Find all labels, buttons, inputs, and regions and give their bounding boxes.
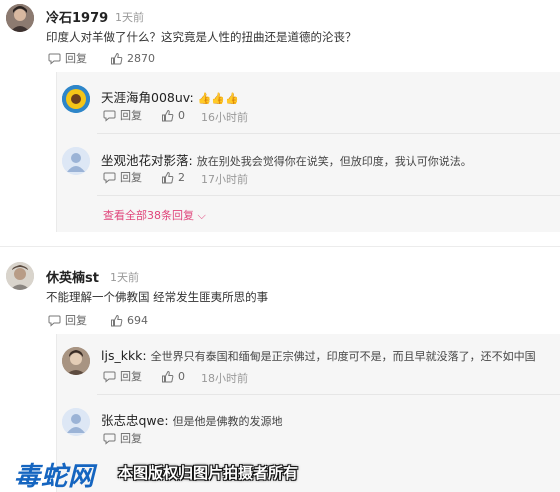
reply-label: 回复: [65, 52, 87, 65]
like-count: 0: [178, 108, 185, 122]
reply-label: 回复: [120, 109, 142, 122]
thumbs-up-icon: [111, 314, 123, 326]
like-count: 694: [127, 313, 148, 327]
reply-button[interactable]: 回复: [48, 50, 87, 66]
comment-item: 冷石1979 1天前 印度人对羊做了什么？这究竟是人性的扭曲还是道德的沦丧？ 回…: [0, 0, 560, 245]
thumbs-up-icon: [162, 370, 174, 382]
reply-button[interactable]: 回复: [103, 107, 142, 123]
avatar[interactable]: [6, 4, 34, 32]
like-button[interactable]: 0: [161, 368, 185, 384]
reply-username[interactable]: 坐观池花对影落: 放在别处我会觉得你在说笑，但放印度，我认可你说法。: [101, 150, 472, 169]
divider: [97, 133, 560, 134]
comment-text: 不能理解一个佛教国 经常发生匪夷所思的事: [46, 290, 269, 304]
reply-label: 回复: [120, 370, 142, 383]
avatar[interactable]: [62, 147, 90, 175]
like-button[interactable]: 694: [110, 312, 148, 328]
reply-username[interactable]: 天涯海角008uv: 👍👍👍: [101, 87, 239, 106]
avatar[interactable]: [62, 347, 90, 375]
speech-bubble-icon: [103, 371, 116, 383]
timestamp: 1天前: [110, 271, 139, 284]
like-button[interactable]: 2: [161, 169, 185, 185]
reply-username[interactable]: 张志忠qwe: 但是他是佛教的发源地: [101, 410, 283, 429]
timestamp: 18小时前: [201, 372, 248, 385]
reply-text: 但是他是佛教的发源地: [172, 415, 283, 428]
like-button[interactable]: 0: [161, 107, 185, 123]
username[interactable]: 休英楠st: [46, 267, 99, 286]
site-logo: 毒蛇网: [14, 462, 96, 492]
divider: [0, 246, 560, 247]
reply-label: 回复: [120, 171, 142, 184]
timestamp: 17小时前: [201, 173, 248, 186]
like-count: 2870: [127, 51, 155, 65]
view-all-replies-link[interactable]: 查看全部38条回复 ⌵: [103, 207, 206, 223]
avatar[interactable]: [6, 262, 34, 290]
chevron-down-icon: ⌵: [194, 209, 206, 222]
reply-button[interactable]: 回复: [48, 312, 87, 328]
reply-list: 天涯海角008uv: 👍👍👍 回复 0 16小时前 坐观池花对影落: 放在别处我会觉…: [56, 72, 560, 232]
comment-text: 印度人对羊做了什么？这究竟是人性的扭曲还是道德的沦丧？: [46, 30, 357, 44]
speech-bubble-icon: [103, 172, 116, 184]
speech-bubble-icon: [48, 53, 61, 65]
like-count: 0: [178, 369, 185, 383]
avatar[interactable]: [62, 85, 90, 113]
username[interactable]: 冷石1979: [46, 7, 108, 26]
watermark: 毒蛇网 本图版权归图片拍摄者所有: [0, 452, 560, 492]
speech-bubble-icon: [103, 433, 116, 445]
speech-bubble-icon: [48, 315, 61, 327]
copyright-notice: 本图版权归图片拍摄者所有: [118, 464, 299, 482]
reply-button[interactable]: 回复: [103, 169, 142, 185]
reply-username[interactable]: ljs_kkk: 全世界只有泰国和缅甸是正宗佛过，印度可不是，而且早就没落了，还不…: [101, 348, 536, 364]
avatar[interactable]: [62, 408, 90, 436]
reply-text: 放在别处我会觉得你在说笑，但放印度，我认可你说法。: [196, 155, 472, 168]
like-count: 2: [178, 170, 185, 184]
thumbs-up-icon: [162, 109, 174, 121]
reply-text: 👍👍👍: [197, 92, 239, 105]
thumbs-up-icon: [162, 171, 174, 183]
reply-button[interactable]: 回复: [103, 368, 142, 384]
reply-label: 回复: [65, 314, 87, 327]
like-button[interactable]: 2870: [110, 50, 155, 66]
timestamp: 1天前: [115, 11, 144, 24]
thumbs-up-icon: [111, 52, 123, 64]
divider: [97, 394, 560, 395]
reply-button[interactable]: 回复: [103, 430, 142, 446]
reply-label: 回复: [120, 432, 142, 445]
divider: [97, 195, 560, 196]
reply-text: 全世界只有泰国和缅甸是正宗佛过，印度可不是，而且早就没落了，还不如中国: [150, 350, 536, 363]
timestamp: 16小时前: [201, 111, 248, 124]
speech-bubble-icon: [103, 110, 116, 122]
